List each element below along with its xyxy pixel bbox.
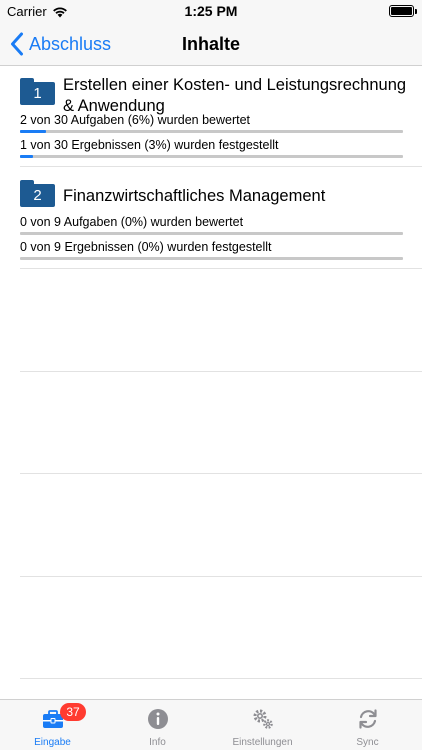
tab-sync[interactable]: Sync (315, 700, 420, 750)
folder-icon: 2 (20, 180, 55, 207)
row-divider (20, 473, 422, 474)
results-status-text: 1 von 30 Ergebnissen (3%) wurden festges… (20, 138, 279, 152)
row-divider (20, 678, 422, 679)
list-item-section-2[interactable]: 2 Finanzwirtschaftliches Management 0 vo… (20, 167, 422, 269)
list-item-section-1[interactable]: 1 Erstellen einer Kosten- und Leistungsr… (20, 66, 422, 167)
results-progress-bar (20, 155, 403, 158)
tab-label: Sync (356, 737, 379, 748)
tasks-status-text: 0 von 9 Aufgaben (0%) wurden bewertet (20, 215, 244, 229)
content-list: 1 Erstellen einer Kosten- und Leistungsr… (0, 66, 422, 699)
tab-info[interactable]: Info (105, 700, 210, 750)
folder-icon: 1 (20, 78, 55, 105)
results-progress-fill (20, 155, 33, 158)
row-divider (20, 371, 422, 372)
info-icon (148, 709, 168, 729)
navigation-bar: Abschluss Inhalte (0, 22, 422, 66)
tasks-status-text: 2 von 30 Aufgaben (6%) wurden bewertet (20, 113, 251, 127)
status-bar: Carrier 1:25 PM (0, 0, 422, 22)
row-divider (20, 576, 422, 577)
tab-bar: 37 Eingabe Info Einstellungen Sync (0, 699, 422, 750)
tab-label: Einstellungen (232, 737, 293, 748)
section-title: Erstellen einer Kosten- und Leistungsrec… (63, 76, 407, 115)
tasks-progress-fill (20, 130, 46, 133)
page-title: Inhalte (181, 34, 240, 54)
results-progress-bar (20, 257, 403, 260)
tab-label: Eingabe (34, 737, 71, 748)
notification-badge: 37 (60, 703, 86, 721)
sync-icon (359, 709, 377, 729)
tab-eingabe[interactable]: 37 Eingabe (0, 700, 105, 750)
tasks-progress-bar (20, 130, 403, 133)
tab-einstellungen[interactable]: Einstellungen (210, 700, 315, 750)
section-title: Finanzwirtschaftliches Management (63, 187, 326, 205)
status-time: 1:25 PM (184, 3, 238, 19)
tasks-progress-bar (20, 232, 403, 235)
battery-icon (389, 5, 417, 17)
section-number: 2 (20, 184, 55, 207)
gears-icon (253, 709, 273, 729)
results-status-text: 0 von 9 Ergebnissen (0%) wurden festgest… (20, 240, 272, 254)
tab-label: Info (149, 737, 166, 748)
section-number: 1 (20, 82, 55, 105)
